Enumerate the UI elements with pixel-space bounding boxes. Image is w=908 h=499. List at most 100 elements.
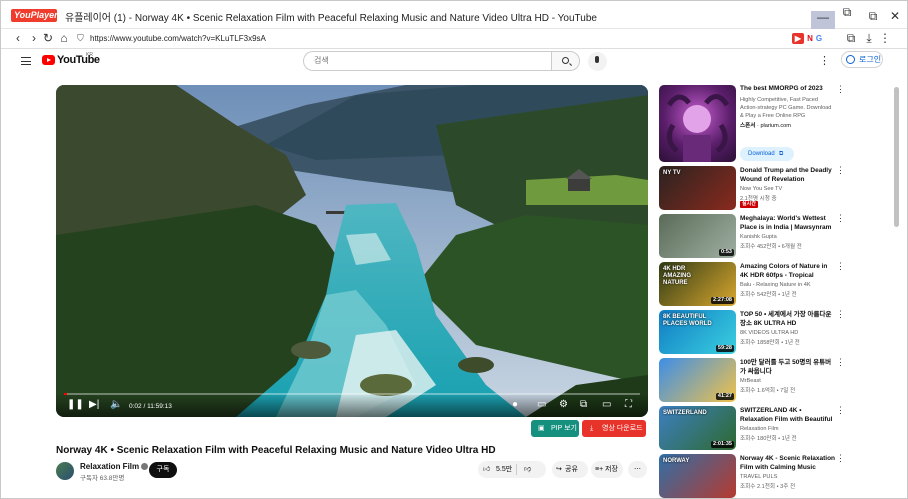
- ad-more-icon[interactable]: ⋮: [836, 84, 845, 95]
- recommendation-meta: 조회수 1858만회 • 1년 전: [740, 340, 800, 346]
- recommendation-more-icon[interactable]: ⋮: [836, 405, 845, 416]
- like-button[interactable]: 👍︎: [483, 461, 490, 478]
- reload-button[interactable]: ↻: [41, 31, 55, 45]
- theater-mode-icon[interactable]: ▭: [602, 399, 611, 411]
- pip-button[interactable]: ▣ PIP 보기: [531, 420, 579, 437]
- page-scrollbar[interactable]: [894, 73, 899, 498]
- url-field[interactable]: ⛉ https://www.youtube.com/watch?v=KLuTLF…: [77, 32, 777, 46]
- thumbnail-caption: NORWAY: [663, 458, 690, 464]
- minimize-button[interactable]: —: [811, 11, 835, 29]
- youtube-header: YouTube KR ⋮ 로그인: [1, 50, 907, 72]
- save-icon: ≡+: [595, 466, 604, 473]
- recommendation-thumbnail[interactable]: SWITZERLAND 2:01:35: [659, 406, 736, 450]
- next-icon[interactable]: ▶|: [89, 399, 99, 411]
- hamburger-menu-icon[interactable]: [21, 57, 31, 65]
- settings-gear-icon[interactable]: ⚙: [559, 399, 568, 411]
- ad-download-button[interactable]: Download ⧉: [740, 147, 794, 161]
- subscribe-button[interactable]: 구독: [149, 462, 177, 478]
- recommendation-title[interactable]: TOP 50 • 세계에서 가장 아름다운 장소 8K ULTRA HD: [740, 310, 835, 328]
- forward-button[interactable]: ›: [27, 31, 41, 45]
- recommendation-thumbnail[interactable]: NY TV: [659, 166, 736, 210]
- restore-button[interactable]: ⧉: [861, 10, 885, 28]
- share-button[interactable]: ↪ 공유: [552, 461, 588, 478]
- recommendation-channel[interactable]: 8K VIDEOS ULTRA HD: [740, 330, 798, 336]
- maximize-button[interactable]: ⧉: [835, 6, 859, 24]
- pause-icon[interactable]: ❚❚: [67, 399, 84, 411]
- recommendation-title[interactable]: 100만 달러를 두고 50명의 유튜버가 싸웁니다: [740, 358, 835, 376]
- more-actions-button[interactable]: ⋯: [628, 461, 647, 478]
- dislike-button[interactable]: 👎︎: [524, 461, 531, 478]
- recommendation-channel[interactable]: MrBeast: [740, 378, 761, 384]
- video-player[interactable]: ❚❚ ▶| 🔈 0:02 / 11:59:13 ● ▭ ⚙ ⧉ ▭ ⛶: [56, 85, 648, 417]
- live-badge: 실시간: [740, 201, 758, 208]
- scroll-thumb[interactable]: [894, 87, 899, 227]
- youtube-extension-icon[interactable]: ▶: [792, 33, 804, 44]
- recommendation-more-icon[interactable]: ⋮: [836, 357, 845, 368]
- download-icon: ⤓: [590, 425, 594, 432]
- youtube-logo-text[interactable]: YouTube: [57, 54, 100, 66]
- channel-avatar[interactable]: [56, 462, 74, 480]
- close-button[interactable]: ✕: [883, 10, 907, 28]
- recommendation-more-icon[interactable]: ⋮: [836, 165, 845, 176]
- microphone-icon[interactable]: [588, 52, 607, 71]
- recommendation-thumbnail[interactable]: 0:53: [659, 214, 736, 258]
- ad-thumbnail[interactable]: [659, 85, 736, 162]
- autoplay-toggle-icon[interactable]: ●: [512, 399, 518, 411]
- recommendation-thumbnail[interactable]: NORWAY: [659, 454, 736, 498]
- recommendation-thumbnail[interactable]: 4K HDR AMAZING NATURE 2:27:08: [659, 262, 736, 306]
- recommendation-thumbnail[interactable]: 8K BEAUTIFUL PLACES WORLD 59:28: [659, 310, 736, 354]
- recommendation-channel[interactable]: TRAVEL PULS: [740, 474, 777, 480]
- search-input[interactable]: [314, 56, 534, 65]
- recommendation-title[interactable]: Meghalaya: World's Wettest Place is in I…: [740, 214, 835, 232]
- login-button[interactable]: 로그인: [841, 51, 883, 68]
- home-button[interactable]: ⌂: [57, 31, 71, 45]
- recommendation-meta: 조회수 542만회 • 1년 전: [740, 292, 797, 298]
- channel-name[interactable]: Relaxation Film: [80, 462, 149, 471]
- settings-kebab-icon[interactable]: ⋮: [819, 54, 830, 67]
- recommendation-title[interactable]: SWITZERLAND 4K • Relaxation Film with Be…: [740, 406, 835, 424]
- recommendation-more-icon[interactable]: ⋮: [836, 261, 845, 272]
- download-icon[interactable]: ⤓: [862, 31, 876, 45]
- google-extension-icon[interactable]: G: [813, 33, 825, 44]
- recommendation-thumbnail[interactable]: 41:27: [659, 358, 736, 402]
- video-frame: [56, 85, 648, 417]
- like-divider: [516, 464, 517, 475]
- recommendation-title[interactable]: Norway 4K - Scenic Relaxation Film with …: [740, 454, 835, 472]
- search-box[interactable]: [303, 51, 552, 71]
- video-title: Norway 4K • Scenic Relaxation Film with …: [56, 445, 496, 456]
- recommendation-channel[interactable]: Balu - Relaxing Nature in 4K: [740, 282, 811, 288]
- ad-thumbnail-art: [666, 94, 730, 162]
- recommendation-more-icon[interactable]: ⋮: [836, 309, 845, 320]
- ad-title[interactable]: The best MMORPG of 2023: [740, 85, 823, 92]
- duration-badge: 41:27: [715, 393, 734, 400]
- recommendation-meta: 조회수 1.6억회 • 7일 전: [740, 388, 796, 394]
- duration-badge: 59:28: [715, 345, 734, 352]
- recommendation-channel[interactable]: Kanishk Gupta: [740, 234, 777, 240]
- fullscreen-icon[interactable]: ⛶: [625, 399, 632, 411]
- ad-card[interactable]: The best MMORPG of 2023 Highly Competiti…: [659, 84, 845, 163]
- menu-icon[interactable]: ⋮: [878, 31, 892, 45]
- progress-bar[interactable]: [64, 393, 640, 395]
- search-icon: [562, 57, 569, 64]
- ad-description: Highly Competitive, Fast Paced Action-st…: [740, 97, 832, 119]
- volume-icon[interactable]: 🔈: [110, 399, 122, 411]
- recommendation-channel[interactable]: Now You See TV: [740, 186, 782, 192]
- youtube-logo-icon[interactable]: [42, 55, 55, 65]
- cast-icon[interactable]: ⧉: [844, 31, 858, 45]
- search-button[interactable]: [551, 51, 580, 71]
- duration-badge: 0:53: [718, 249, 734, 256]
- save-button[interactable]: ≡+ 저장: [591, 461, 623, 478]
- video-download-button[interactable]: ⤓ 영상 다운로드: [582, 420, 646, 437]
- recommendation-meta: 조회수 2.1천회 • 3주 전: [740, 484, 796, 490]
- recommendation-more-icon[interactable]: ⋮: [836, 213, 845, 224]
- recommendation-channel[interactable]: Relaxation Film: [740, 426, 779, 432]
- recommendation-more-icon[interactable]: ⋮: [836, 453, 845, 464]
- recommendation-title[interactable]: Donald Trump and the Deadly Wound of Rev…: [740, 166, 835, 184]
- recommendation-title[interactable]: Amazing Colors of Nature in 4K HDR 60fps…: [740, 262, 835, 280]
- external-link-icon: ⧉: [779, 151, 784, 157]
- back-button[interactable]: ‹: [11, 31, 25, 45]
- miniplayer-icon[interactable]: ⧉: [580, 399, 587, 411]
- ad-sponsor: 스폰서 · plarium.com: [740, 123, 791, 129]
- subtitles-icon[interactable]: ▭: [537, 399, 546, 411]
- ad-download-label: Download: [748, 151, 775, 157]
